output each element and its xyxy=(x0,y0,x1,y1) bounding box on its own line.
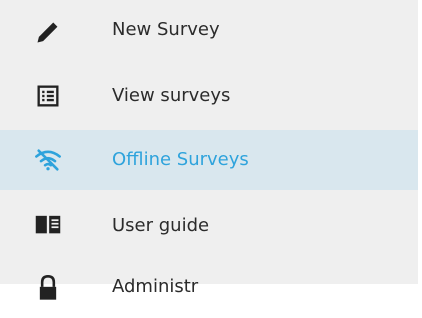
book-icon xyxy=(35,215,61,234)
lock-icon xyxy=(39,275,57,300)
menu-item-label: User guide xyxy=(112,215,210,236)
menu-item-offline-surveys[interactable]: Offline Surveys xyxy=(0,130,418,190)
menu-item-user-guide[interactable]: User guide xyxy=(0,194,418,254)
menu-item-view-surveys[interactable]: View surveys xyxy=(0,66,418,126)
menu-item-label: Administr xyxy=(112,276,199,297)
menu-item-label: View surveys xyxy=(112,85,231,106)
list-icon xyxy=(37,85,59,107)
side-menu: New Survey View surveys Offline Surveys xyxy=(0,0,418,300)
pencil-icon xyxy=(37,22,58,43)
menu-item-label: New Survey xyxy=(112,19,220,40)
menu-item-administration[interactable]: Administr xyxy=(0,258,418,318)
menu-item-label: Offline Surveys xyxy=(112,149,249,170)
menu-item-new-survey[interactable]: New Survey xyxy=(0,2,418,62)
wifi-off-icon xyxy=(35,149,61,171)
